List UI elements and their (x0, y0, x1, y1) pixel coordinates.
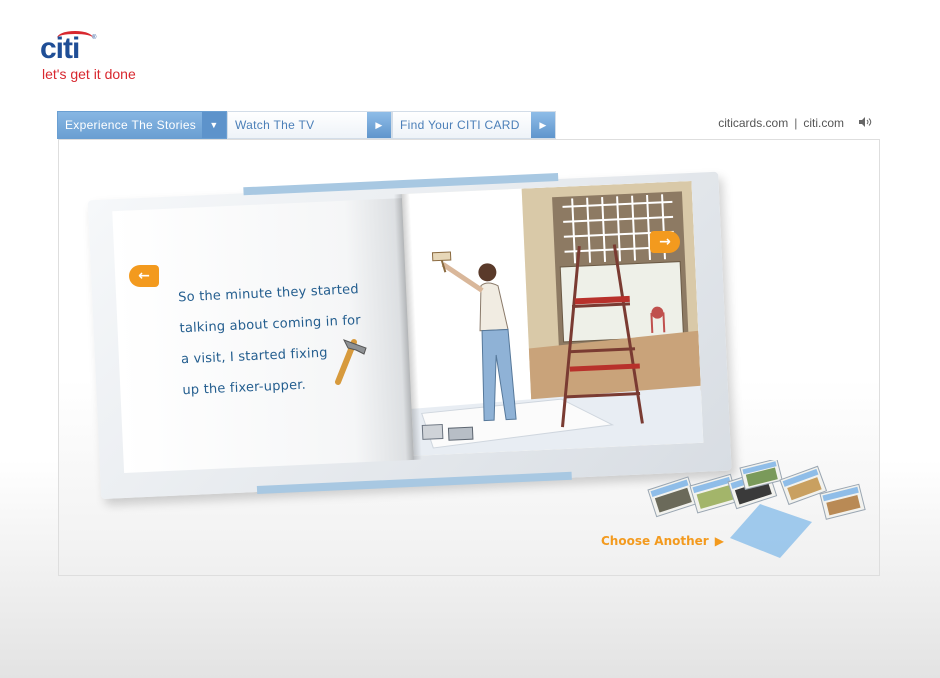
story-thumbnail (739, 460, 783, 490)
story-thumbnail (689, 473, 739, 514)
story-thumbnails[interactable] (640, 460, 872, 560)
story-thumbnail (779, 465, 828, 506)
selected-story-highlight (730, 504, 812, 558)
tagline: let's get it done (42, 66, 136, 82)
tab-find-citi-card[interactable]: Find Your CITI CARD ▶ (392, 111, 556, 139)
logo-wordmark: citi (40, 32, 80, 65)
logo-trademark: ® (92, 35, 97, 41)
tab-experience-stories[interactable]: Experience The Stories ▼ (57, 111, 227, 139)
tab-label: Watch The TV (235, 118, 315, 132)
arrow-right-icon: → (659, 234, 671, 250)
top-links: citicards.com | citi.com (718, 116, 872, 130)
story-thumbnail (819, 483, 866, 520)
prev-page-button[interactable]: ← (129, 265, 159, 287)
citi-link[interactable]: citi.com (803, 116, 844, 130)
main-nav: Experience The Stories ▼ Watch The TV ▶ … (57, 111, 556, 139)
hammer-icon (335, 339, 367, 385)
tab-label: Experience The Stories (65, 118, 197, 132)
tab-label: Find Your CITI CARD (400, 118, 520, 132)
speaker-icon[interactable] (858, 116, 872, 130)
play-triangle-icon: ▶ (531, 112, 555, 138)
painting-illustration (401, 180, 704, 456)
storybook: So the minute they started talking about… (87, 171, 732, 500)
tab-watch-tv[interactable]: Watch The TV ▶ (227, 111, 392, 139)
link-separator: | (794, 116, 798, 130)
next-page-button[interactable]: → (650, 231, 680, 253)
book: So the minute they started talking about… (87, 171, 732, 500)
right-page-illustration (401, 180, 704, 456)
citicards-link[interactable]: citicards.com (718, 116, 788, 130)
arrow-left-icon: ← (138, 268, 150, 284)
story-thumbnail (647, 476, 698, 518)
citi-logo[interactable]: citi ® let's get it done (40, 30, 190, 90)
chevron-down-icon: ▼ (202, 112, 226, 138)
play-triangle-icon: ▶ (367, 112, 391, 138)
